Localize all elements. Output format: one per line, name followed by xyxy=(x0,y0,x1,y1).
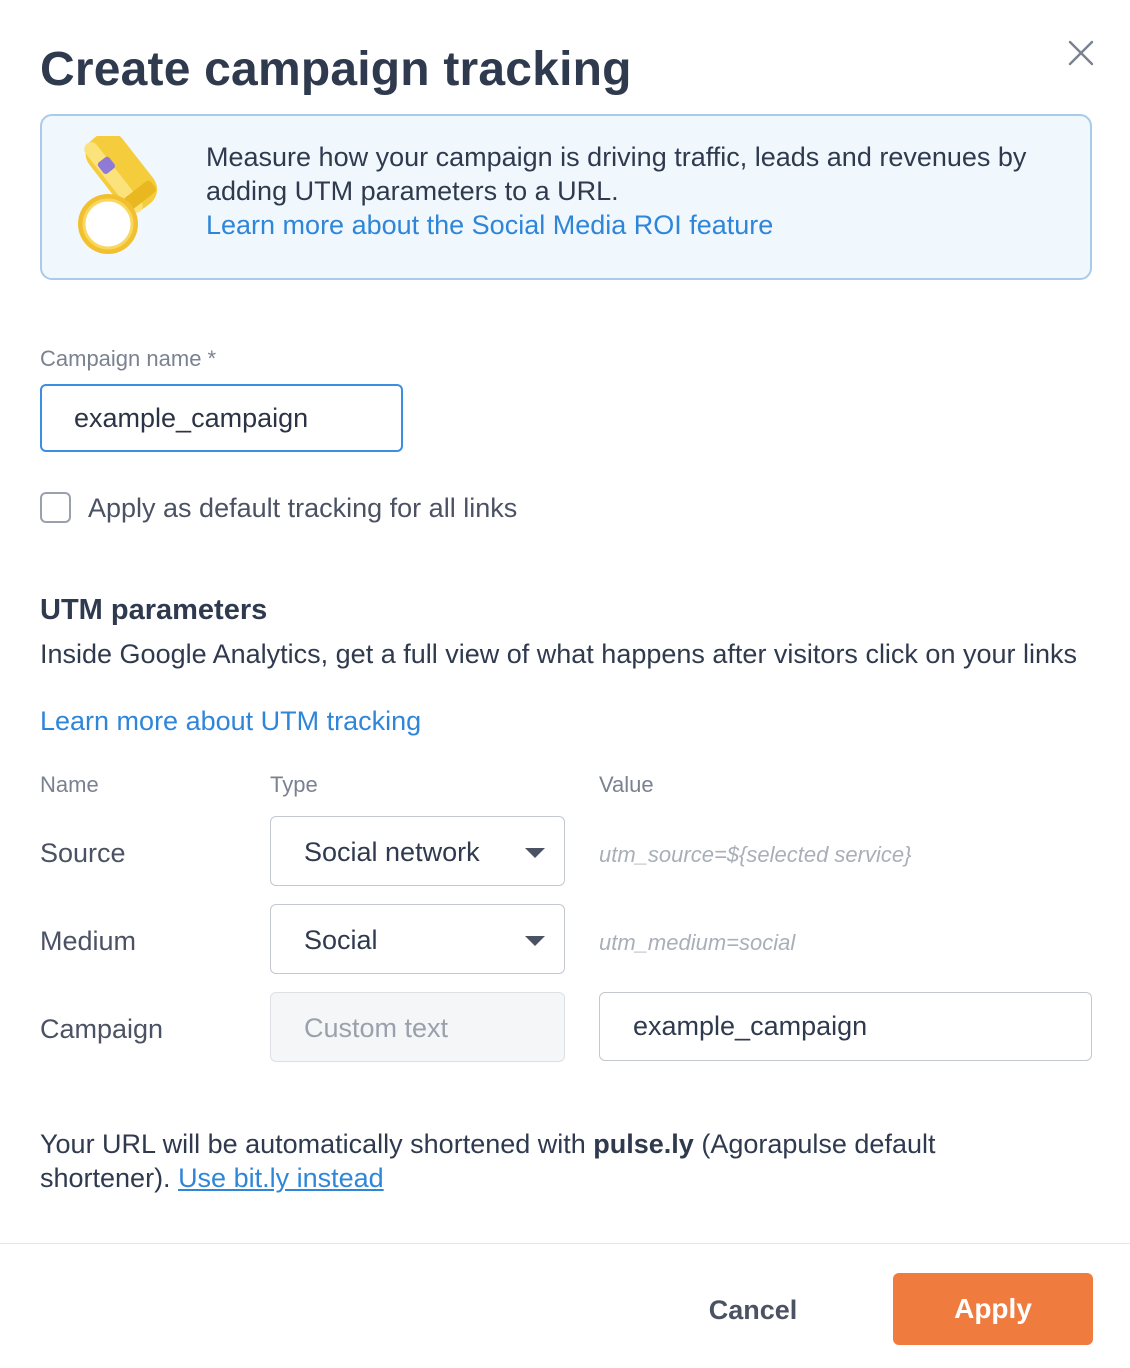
campaign-type-field: Custom text xyxy=(270,992,565,1062)
cancel-button[interactable]: Cancel xyxy=(688,1278,818,1342)
source-type-value: Social network xyxy=(304,837,480,867)
roi-feature-link[interactable]: Learn more about the Social Media ROI fe… xyxy=(206,208,773,242)
default-tracking-checkbox[interactable] xyxy=(40,492,71,523)
shortener-service: pulse.ly xyxy=(593,1129,694,1159)
footer-divider xyxy=(0,1243,1130,1244)
column-header-value: Value xyxy=(599,772,654,797)
medium-type-value: Social xyxy=(304,925,378,955)
apply-button[interactable]: Apply xyxy=(893,1273,1093,1345)
medium-value: utm_medium=social xyxy=(599,930,796,955)
default-tracking-label[interactable]: Apply as default tracking for all links xyxy=(88,493,517,524)
utm-row-source-label: Source xyxy=(40,838,126,868)
close-icon[interactable] xyxy=(1066,38,1096,68)
use-bitly-link[interactable]: Use bit.ly instead xyxy=(178,1163,384,1193)
campaign-type-placeholder: Custom text xyxy=(304,1013,449,1043)
utm-row-campaign-label: Campaign xyxy=(40,1014,164,1044)
chevron-down-icon xyxy=(525,848,545,858)
source-value: utm_source=${selected service} xyxy=(599,842,912,867)
utm-tracking-link[interactable]: Learn more about UTM tracking xyxy=(40,706,421,737)
shortener-prefix: Your URL will be automatically shortened… xyxy=(40,1129,594,1159)
utm-row-medium-label: Medium xyxy=(40,926,137,956)
flashlight-icon xyxy=(78,136,158,254)
dialog-title: Create campaign tracking xyxy=(40,43,632,96)
medium-type-select[interactable]: Social xyxy=(270,904,565,974)
source-type-select[interactable]: Social network xyxy=(270,816,565,886)
campaign-value-input[interactable] xyxy=(599,992,1092,1061)
shortener-note: Your URL will be automatically shortened… xyxy=(40,1127,1040,1195)
column-header-name: Name xyxy=(40,772,99,797)
banner-text: Measure how your campaign is driving tra… xyxy=(206,142,1027,206)
info-banner: Measure how your campaign is driving tra… xyxy=(40,114,1092,280)
column-header-type: Type xyxy=(270,772,318,797)
utm-section-title: UTM parameters xyxy=(40,594,268,626)
campaign-name-label: Campaign name * xyxy=(40,346,217,371)
chevron-down-icon xyxy=(525,936,545,946)
utm-description: Inside Google Analytics, get a full view… xyxy=(40,639,1078,669)
campaign-name-input[interactable] xyxy=(40,384,403,452)
